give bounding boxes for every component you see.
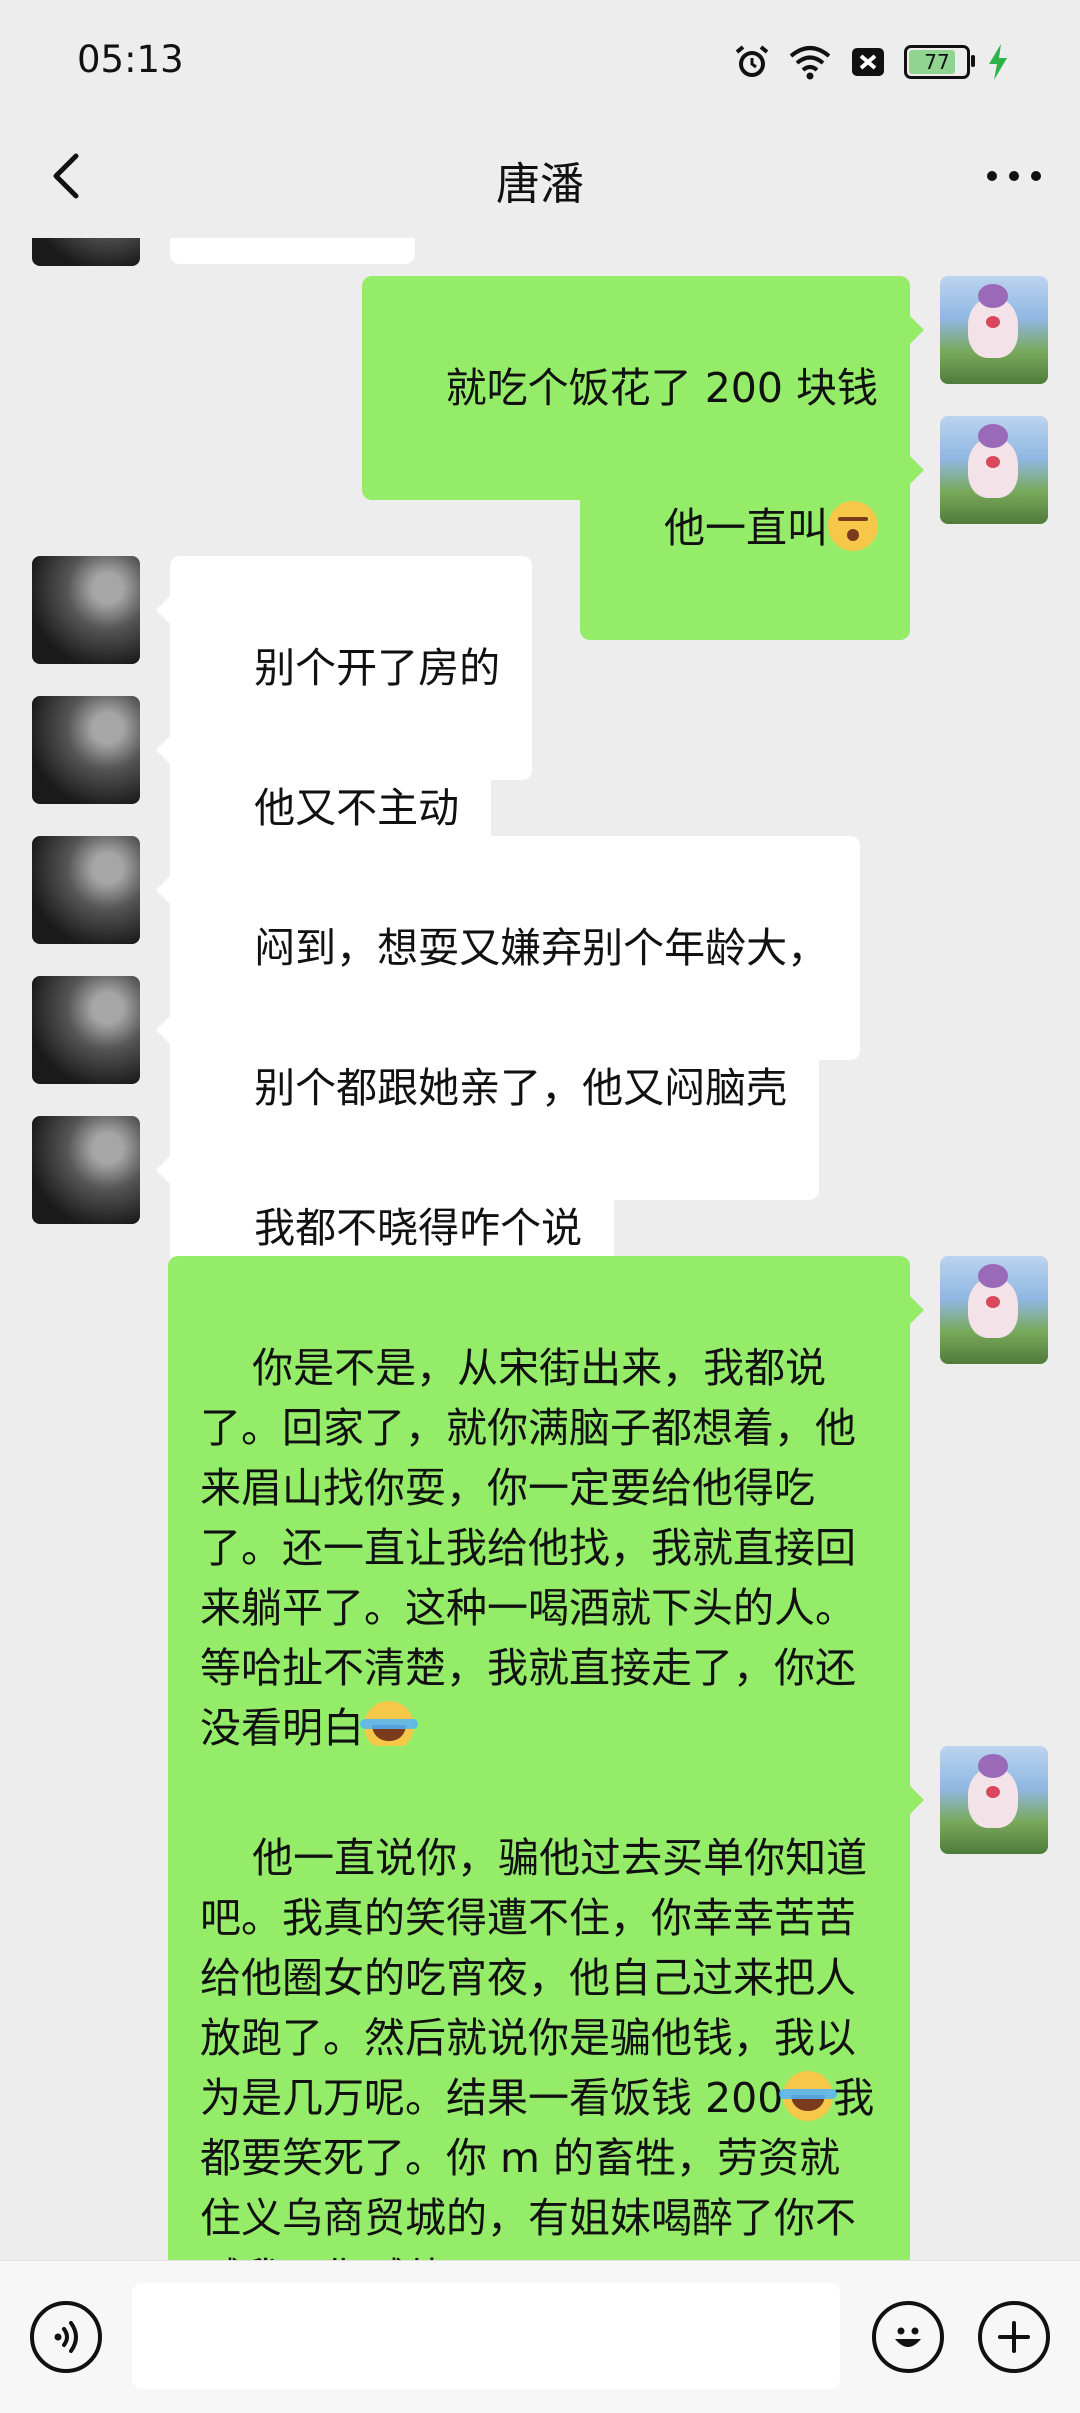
chat-header: 唐潘	[0, 120, 1080, 238]
sim-off-icon	[852, 48, 884, 76]
crying-laughing-icon	[360, 1701, 418, 1751]
wifi-icon	[789, 46, 831, 80]
status-bar: 05:13 77	[0, 0, 1080, 120]
my-avatar[interactable]	[940, 1256, 1048, 1364]
message-input[interactable]	[132, 2283, 840, 2389]
contact-avatar[interactable]	[32, 1116, 140, 1224]
message-text: 别个开了房的	[254, 644, 501, 692]
message-bubble-sent[interactable]: 他一直叫	[579, 416, 925, 640]
message-text: 别个都跟她亲了，他又闷脑壳	[254, 1064, 788, 1112]
status-icons: 77	[732, 40, 1010, 84]
contact-avatar[interactable]	[32, 556, 140, 664]
alarm-icon	[735, 45, 769, 77]
my-avatar[interactable]	[940, 276, 1048, 384]
charging-icon	[989, 44, 1007, 80]
message-text: 就吃个饭花了 200 块钱	[445, 364, 878, 412]
crying-laughing-icon	[779, 2071, 838, 2121]
battery-icon: 77	[904, 45, 975, 79]
more-button[interactable]	[978, 144, 1050, 208]
message-text: 他一直叫	[664, 504, 828, 552]
message-text: 闷到，想耍又嫌弃别个年龄大，	[254, 924, 829, 972]
voice-button[interactable]	[30, 2301, 102, 2373]
message-text: 我都不晓得咋个说	[254, 1204, 583, 1252]
kissing-face-icon	[828, 501, 878, 551]
contact-avatar[interactable]	[32, 976, 140, 1084]
contact-avatar[interactable]	[32, 696, 140, 804]
message-bubble-sent[interactable]: 他一直说你，骗他过去买单你知道吧。我真的笑得遭不住，你幸幸苦苦给他圈女的吃宵夜，…	[168, 1746, 924, 2260]
voice-input-icon	[54, 2321, 78, 2353]
message-text: 你是不是，从宋街出来，我都说了。回家了，就你满脑子都想着，他来眉山找你耍，你一定…	[200, 1344, 856, 1752]
message-bubble-partial[interactable]	[170, 238, 415, 264]
chat-area[interactable]: 就吃个饭花了 200 块钱 他一直叫 别个开了房的 他又不主动 闷到，想耍又嫌弃…	[0, 238, 1080, 2260]
plus-icon	[998, 2321, 1030, 2353]
emoji-icon	[895, 2327, 921, 2347]
input-bar	[0, 2260, 1080, 2413]
message-text: 他又不主动	[254, 784, 460, 832]
status-time: 05:13	[77, 38, 184, 81]
emoji-button[interactable]	[872, 2301, 944, 2373]
my-avatar[interactable]	[940, 416, 1048, 524]
chat-title: 唐潘	[496, 159, 584, 210]
contact-avatar[interactable]	[32, 238, 140, 266]
plus-button[interactable]	[978, 2301, 1050, 2373]
message-text: 他一直说你，骗他过去买单你知道吧。我真的笑得遭不住，你幸幸苦苦给他圈女的吃宵夜，…	[200, 1834, 868, 2122]
battery-level: 77	[924, 50, 950, 74]
contact-avatar[interactable]	[32, 836, 140, 944]
my-avatar[interactable]	[940, 1746, 1048, 1854]
